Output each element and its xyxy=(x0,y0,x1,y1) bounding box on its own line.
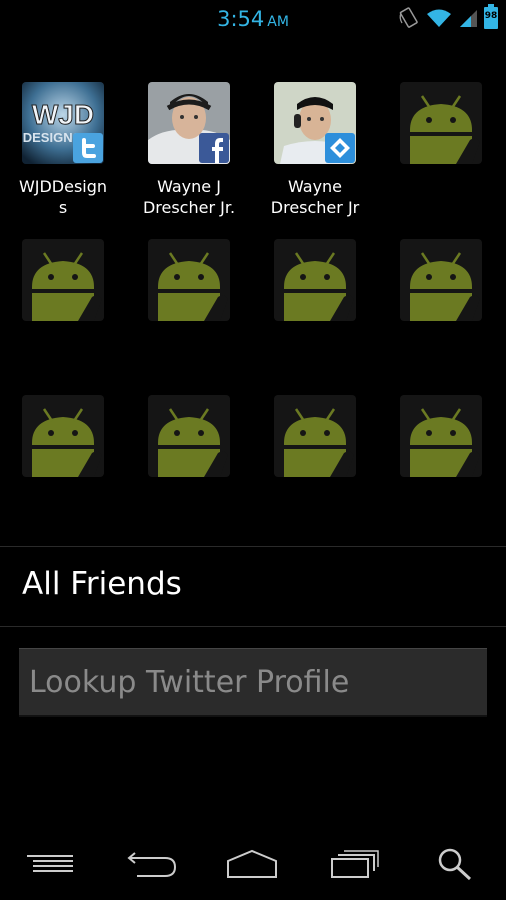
status-icons: 98 xyxy=(398,4,498,30)
friend-name: Wayne Drescher Jr xyxy=(270,177,360,217)
home-icon xyxy=(227,849,277,878)
android-icon[interactable] xyxy=(400,82,482,164)
lookup-twitter-field[interactable] xyxy=(19,648,487,717)
rotation-lock-icon xyxy=(399,7,418,28)
menu-button[interactable] xyxy=(20,842,80,886)
recent-apps-button[interactable] xyxy=(324,842,384,886)
home-button[interactable] xyxy=(222,842,282,886)
signal-icon xyxy=(460,10,477,27)
section-divider-top xyxy=(0,546,506,547)
clock-ampm: AM xyxy=(267,14,289,30)
navigation-bar xyxy=(0,830,506,900)
friend-name: WJDDesign s xyxy=(18,177,108,217)
android-icon[interactable] xyxy=(274,395,356,477)
search-icon xyxy=(438,848,472,881)
section-divider-bottom xyxy=(0,626,506,627)
recent-apps-icon xyxy=(331,850,379,878)
lookup-twitter-input[interactable] xyxy=(19,649,487,715)
android-icon[interactable] xyxy=(400,239,482,321)
friend-avatar[interactable] xyxy=(274,82,356,164)
status-bar: 3:54 AM 98 xyxy=(0,0,506,40)
battery-icon: 98 xyxy=(484,4,498,29)
friend-avatar[interactable]: WJD DESIGNS xyxy=(22,82,104,164)
android-icon[interactable] xyxy=(274,239,356,321)
twitter-icon xyxy=(73,133,103,163)
clock-time: 3:54 xyxy=(217,7,265,31)
friend-avatar[interactable] xyxy=(148,82,230,164)
android-icon[interactable] xyxy=(22,395,104,477)
battery-level: 98 xyxy=(484,11,498,21)
svg-text:WJD: WJD xyxy=(32,99,94,130)
android-icon[interactable] xyxy=(22,239,104,321)
all-friends-title: All Friends xyxy=(22,566,182,602)
android-icon[interactable] xyxy=(148,395,230,477)
android-icon[interactable] xyxy=(148,239,230,321)
back-button[interactable] xyxy=(122,842,182,886)
android-icon[interactable] xyxy=(400,395,482,477)
menu-icon xyxy=(27,855,73,872)
wifi-icon xyxy=(427,9,451,27)
facebook-icon xyxy=(199,133,229,163)
back-icon xyxy=(127,852,177,877)
foursquare-icon xyxy=(325,133,355,163)
search-button[interactable] xyxy=(426,842,486,886)
friend-name: Wayne J Drescher Jr. xyxy=(142,177,236,217)
